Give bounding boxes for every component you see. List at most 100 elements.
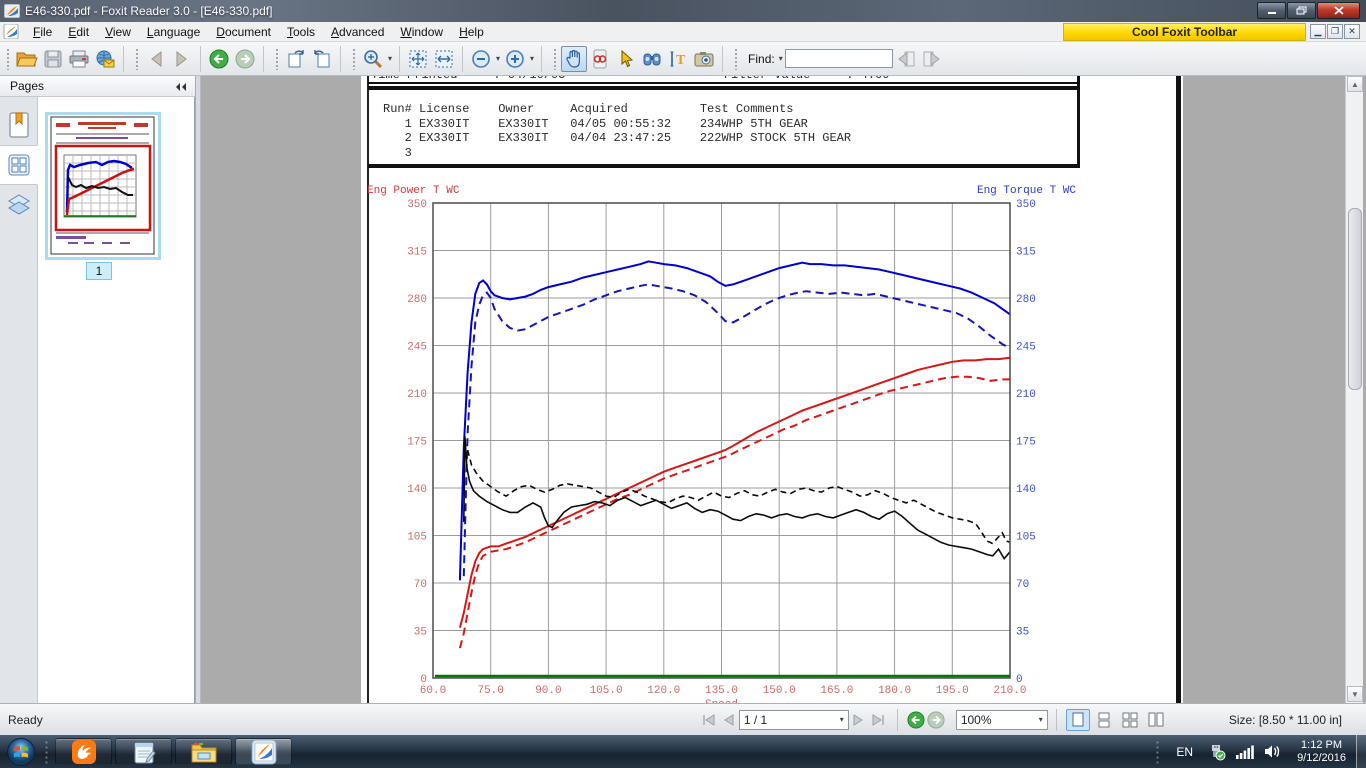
- taskbar: EN 1:12 PM 9/12/2016: [0, 735, 1366, 768]
- last-page-button[interactable]: [869, 710, 889, 730]
- taskbar-notepad-button[interactable]: [115, 738, 172, 765]
- vertical-scrollbar[interactable]: ▲ ▼: [1345, 76, 1363, 703]
- previous-view-button[interactable]: [906, 710, 926, 730]
- rotate-right-button[interactable]: [309, 46, 335, 72]
- find-dropdown[interactable]: ▾: [779, 54, 783, 63]
- snapshot-button[interactable]: [691, 46, 717, 72]
- toolbar-grip[interactable]: [275, 48, 279, 70]
- find-label: Find:: [748, 52, 775, 66]
- page-indicator-combo[interactable]: 1 / 1▾: [739, 710, 849, 730]
- svg-text:T: T: [676, 53, 686, 68]
- single-page-layout-button[interactable]: [1066, 709, 1090, 731]
- right-axis-title: Eng Torque T WC: [977, 185, 1076, 197]
- next-view-button[interactable]: [926, 710, 946, 730]
- continuous-facing-layout-button[interactable]: [1144, 709, 1168, 731]
- first-page-button[interactable]: [699, 710, 719, 730]
- toolbar-grip[interactable]: [734, 48, 738, 70]
- taskbar-explorer-button[interactable]: [175, 738, 232, 765]
- print-button[interactable]: [66, 46, 92, 72]
- hand-tool-button[interactable]: [561, 46, 587, 72]
- layers-tab[interactable]: [0, 185, 38, 225]
- restore-button[interactable]: [1287, 2, 1316, 19]
- bookmarks-tab[interactable]: [0, 105, 38, 145]
- left-axis-title: Eng Power T WC: [367, 185, 460, 197]
- volume-icon[interactable]: [1264, 744, 1282, 759]
- thumbnail-page-number[interactable]: 1: [86, 262, 112, 280]
- svg-text:150.0: 150.0: [763, 685, 796, 697]
- toolbar-grip[interactable]: [352, 48, 356, 70]
- save-button[interactable]: [40, 46, 66, 72]
- previous-page-nav-button[interactable]: [719, 710, 739, 730]
- zoom-in-dropdown[interactable]: ▾: [530, 54, 534, 63]
- facing-layout-button[interactable]: [1118, 709, 1142, 731]
- zoom-out-button[interactable]: [468, 46, 494, 72]
- open-button[interactable]: [14, 46, 40, 72]
- toolbar-grip[interactable]: [6, 48, 10, 70]
- toolbar-grip[interactable]: [553, 48, 557, 70]
- find-previous-button[interactable]: [893, 46, 919, 72]
- page-thumbnail[interactable]: [45, 112, 161, 260]
- scrollbar-thumb[interactable]: [1348, 208, 1362, 390]
- explorer-folder-icon: [190, 740, 218, 764]
- mdi-close-button[interactable]: ✕: [1344, 24, 1360, 39]
- taskbar-uc-browser-button[interactable]: [55, 738, 112, 765]
- zoom-out-dropdown[interactable]: ▾: [496, 54, 500, 63]
- scroll-down-button[interactable]: ▼: [1347, 686, 1363, 702]
- cool-toolbar-title: Cool Foxit Toolbar: [1132, 25, 1237, 39]
- toolbar-grip[interactable]: [135, 48, 139, 70]
- cool-foxit-toolbar[interactable]: Cool Foxit Toolbar: [1063, 23, 1306, 41]
- select-text-button[interactable]: T: [665, 46, 691, 72]
- find-input[interactable]: [785, 49, 893, 68]
- fit-width-button[interactable]: [431, 46, 457, 72]
- page-number-label: 1: [96, 264, 103, 278]
- show-desktop-button[interactable]: [1356, 735, 1366, 768]
- svg-text:350: 350: [1016, 199, 1036, 211]
- menu-file[interactable]: File: [25, 23, 60, 41]
- menu-window[interactable]: Window: [392, 23, 451, 41]
- zoom-tool-button[interactable]: [360, 46, 386, 72]
- menu-view[interactable]: View: [97, 23, 139, 41]
- toolbar-separator: [340, 46, 341, 72]
- zoom-tool-dropdown[interactable]: ▾: [388, 54, 392, 63]
- main-toolbar: ▾ ▾ ▾ T Find: ▾: [0, 42, 1366, 76]
- svg-text:350: 350: [407, 199, 427, 211]
- close-button[interactable]: [1317, 2, 1360, 19]
- menu-edit[interactable]: Edit: [60, 23, 97, 41]
- mdi-restore-button[interactable]: ❐: [1327, 24, 1343, 39]
- find-next-button[interactable]: [919, 46, 945, 72]
- mdi-minimize-button[interactable]: ▁: [1310, 24, 1326, 39]
- continuous-layout-button[interactable]: [1092, 709, 1116, 731]
- minimize-button[interactable]: [1257, 2, 1286, 19]
- taskbar-clock[interactable]: 1:12 PM 9/12/2016: [1297, 739, 1346, 765]
- network-signal-icon[interactable]: [1236, 745, 1254, 759]
- language-indicator[interactable]: EN: [1176, 745, 1193, 759]
- rotate-left-button[interactable]: [283, 46, 309, 72]
- start-button[interactable]: [4, 737, 38, 766]
- svg-text:35: 35: [414, 627, 427, 639]
- menu-language[interactable]: Language: [139, 23, 208, 41]
- usb-device-icon[interactable]: [1208, 743, 1226, 761]
- scroll-up-button[interactable]: ▲: [1347, 76, 1363, 92]
- select-tool-button[interactable]: [613, 46, 639, 72]
- menu-tools[interactable]: Tools: [279, 23, 323, 41]
- reading-mode-button[interactable]: [587, 46, 613, 72]
- svg-text:140: 140: [407, 484, 427, 496]
- zoom-in-button[interactable]: [502, 46, 528, 72]
- next-page-button[interactable]: [169, 46, 195, 72]
- previous-page-button[interactable]: [143, 46, 169, 72]
- menu-document[interactable]: Document: [208, 23, 279, 41]
- menu-advanced[interactable]: Advanced: [323, 23, 392, 41]
- go-back-button[interactable]: [206, 46, 232, 72]
- toolbar-separator: [541, 46, 542, 72]
- email-button[interactable]: [92, 46, 118, 72]
- collapse-panel-icon[interactable]: [173, 80, 189, 93]
- menu-help[interactable]: Help: [451, 23, 492, 41]
- document-view[interactable]: Time Printed : 04/10/05 Filter Value : 4…: [201, 76, 1345, 703]
- search-button[interactable]: [639, 46, 665, 72]
- go-forward-button[interactable]: [232, 46, 258, 72]
- next-page-nav-button[interactable]: [849, 710, 869, 730]
- fit-page-button[interactable]: [405, 46, 431, 72]
- pages-tab[interactable]: [0, 145, 38, 185]
- taskbar-foxit-button[interactable]: [235, 738, 292, 765]
- zoom-combo[interactable]: 100%▾: [956, 710, 1048, 730]
